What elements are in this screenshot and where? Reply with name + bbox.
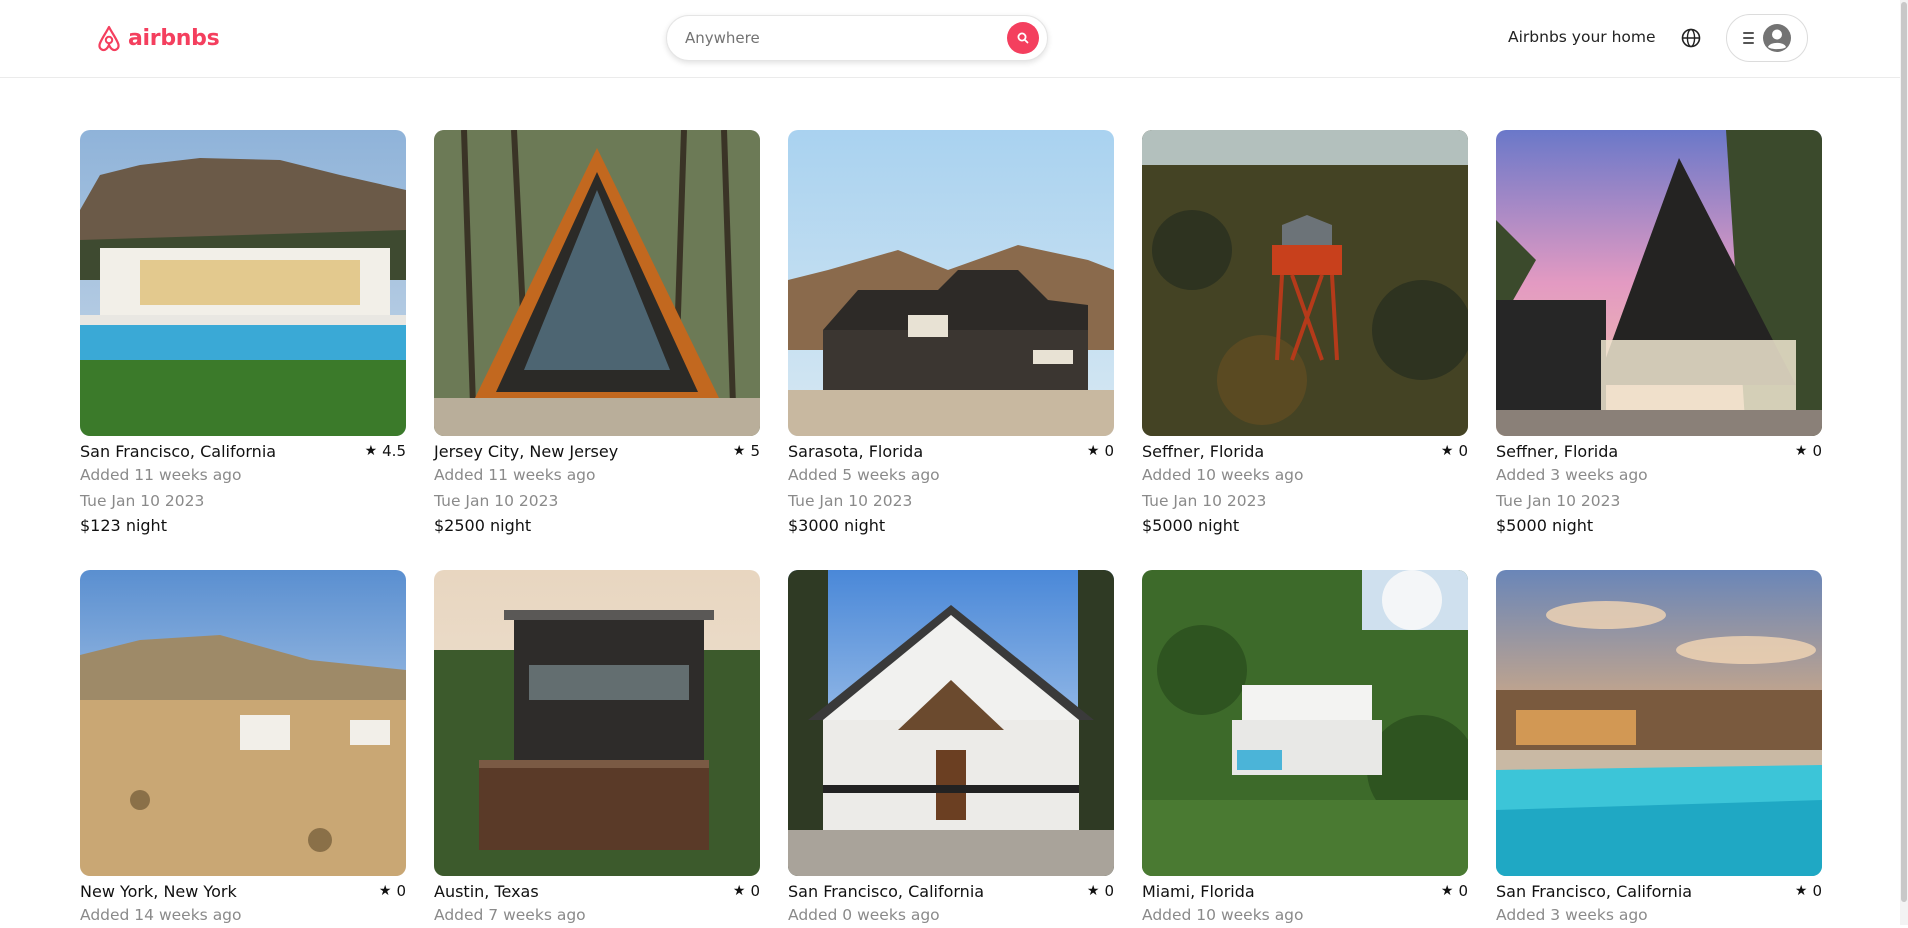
listing-rating: ★ 0 <box>1794 442 1822 460</box>
listing-card[interactable]: Jersey City, New Jersey ★ 5 Added 11 week… <box>434 130 760 538</box>
listing-rating: ★ 0 <box>378 882 406 900</box>
listing-added: Added 11 weeks ago <box>434 466 596 484</box>
listing-location: New York, New York <box>80 881 237 901</box>
listing-card[interactable]: New York, New York ★ 0 Added 14 weeks ago <box>80 570 406 928</box>
listing-rating: ★ 0 <box>732 882 760 900</box>
listing-card[interactable]: San Francisco, California ★ 4.5 Added 11 … <box>80 130 406 538</box>
user-menu-button[interactable] <box>1726 14 1808 62</box>
listing-date: Tue Jan 10 2023 <box>788 492 913 510</box>
search-icon <box>1017 32 1029 44</box>
star-icon: ★ <box>1440 883 1454 899</box>
listing-price: $5000 night <box>1142 516 1240 535</box>
star-icon: ★ <box>1794 883 1808 899</box>
brand-name: airbnbs <box>128 25 220 51</box>
listing-rating: ★ 5 <box>732 442 760 460</box>
listing-photo[interactable] <box>80 130 406 436</box>
listing-card[interactable]: Seffner, Florida ★ 0 Added 10 weeks ago T… <box>1142 130 1468 538</box>
listing-price: $2500 night <box>434 516 532 535</box>
listing-rating: ★ 0 <box>1086 882 1114 900</box>
listing-location: San Francisco, California <box>1496 881 1693 901</box>
listing-photo[interactable] <box>1496 570 1822 876</box>
listing-price: $123 night <box>80 516 167 535</box>
listing-card[interactable]: Miami, Florida ★ 0 Added 10 weeks ago <box>1142 570 1468 928</box>
listing-date: Tue Jan 10 2023 <box>1496 492 1621 510</box>
star-icon: ★ <box>1440 443 1454 459</box>
listing-photo[interactable] <box>788 570 1114 876</box>
listing-rating: ★ 0 <box>1086 442 1114 460</box>
star-icon: ★ <box>732 883 746 899</box>
listing-card[interactable]: Seffner, Florida ★ 0 Added 3 weeks ago Tu… <box>1496 130 1822 538</box>
scrollbar-thumb[interactable] <box>1901 2 1907 902</box>
star-icon: ★ <box>1794 443 1808 459</box>
listing-added: Added 7 weeks ago <box>434 906 586 924</box>
listing-added: Added 0 weeks ago <box>788 906 940 924</box>
search-button[interactable] <box>1007 22 1039 54</box>
search-input[interactable] <box>683 28 1007 48</box>
star-icon: ★ <box>364 443 378 459</box>
listing-location: Miami, Florida <box>1142 881 1255 901</box>
user-avatar-icon <box>1762 24 1791 52</box>
listing-photo[interactable] <box>1142 130 1468 436</box>
listing-added: Added 14 weeks ago <box>80 906 242 924</box>
page-scrollbar[interactable] <box>1900 0 1908 925</box>
listing-added: Added 3 weeks ago <box>1496 466 1648 484</box>
airbnb-logo-icon <box>98 25 120 52</box>
listing-location: Jersey City, New Jersey <box>434 441 619 461</box>
listing-card[interactable]: San Francisco, California ★ 0 Added 3 wee… <box>1496 570 1822 928</box>
listing-added: Added 3 weeks ago <box>1496 906 1648 924</box>
listing-location: Austin, Texas <box>434 881 539 901</box>
star-icon: ★ <box>378 883 392 899</box>
listing-added: Added 5 weeks ago <box>788 466 940 484</box>
listing-date: Tue Jan 10 2023 <box>434 492 559 510</box>
listing-photo[interactable] <box>1142 570 1468 876</box>
search-bar[interactable] <box>666 15 1048 61</box>
listing-location: San Francisco, California <box>788 881 985 901</box>
listing-photo[interactable] <box>434 130 760 436</box>
brand-logo[interactable]: airbnbs <box>96 24 220 52</box>
listing-price: $3000 night <box>788 516 886 535</box>
listing-photo[interactable] <box>80 570 406 876</box>
listing-date: Tue Jan 10 2023 <box>1142 492 1267 510</box>
listing-rating: ★ 0 <box>1794 882 1822 900</box>
star-icon: ★ <box>1086 443 1100 459</box>
listing-rating: ★ 0 <box>1440 882 1468 900</box>
host-your-home-link[interactable]: Airbnbs your home <box>1508 28 1656 46</box>
top-navbar: airbnbs Airbnbs your home <box>0 0 1908 78</box>
listing-added: Added 10 weeks ago <box>1142 466 1304 484</box>
listing-card[interactable]: Sarasota, Florida ★ 0 Added 5 weeks ago T… <box>788 130 1114 538</box>
listing-added: Added 10 weeks ago <box>1142 906 1304 924</box>
listing-added: Added 11 weeks ago <box>80 466 242 484</box>
listing-price: $5000 night <box>1496 516 1594 535</box>
star-icon: ★ <box>732 443 746 459</box>
listing-card[interactable]: San Francisco, California ★ 0 Added 0 wee… <box>788 570 1114 928</box>
listing-rating: ★ 0 <box>1440 442 1468 460</box>
listing-location: Sarasota, Florida <box>788 441 924 461</box>
listing-location: Seffner, Florida <box>1496 441 1619 461</box>
listings-grid: San Francisco, California ★ 4.5 Added 11 … <box>80 130 1822 928</box>
globe-icon[interactable] <box>1680 27 1702 49</box>
listing-date: Tue Jan 10 2023 <box>80 492 205 510</box>
listing-photo[interactable] <box>788 130 1114 436</box>
hamburger-icon <box>1742 32 1754 44</box>
listing-location: San Francisco, California <box>80 441 277 461</box>
listing-card[interactable]: Austin, Texas ★ 0 Added 7 weeks ago <box>434 570 760 928</box>
star-icon: ★ <box>1086 883 1100 899</box>
listing-photo[interactable] <box>1496 130 1822 436</box>
listing-location: Seffner, Florida <box>1142 441 1265 461</box>
listing-rating: ★ 4.5 <box>364 442 406 460</box>
listing-photo[interactable] <box>434 570 760 876</box>
